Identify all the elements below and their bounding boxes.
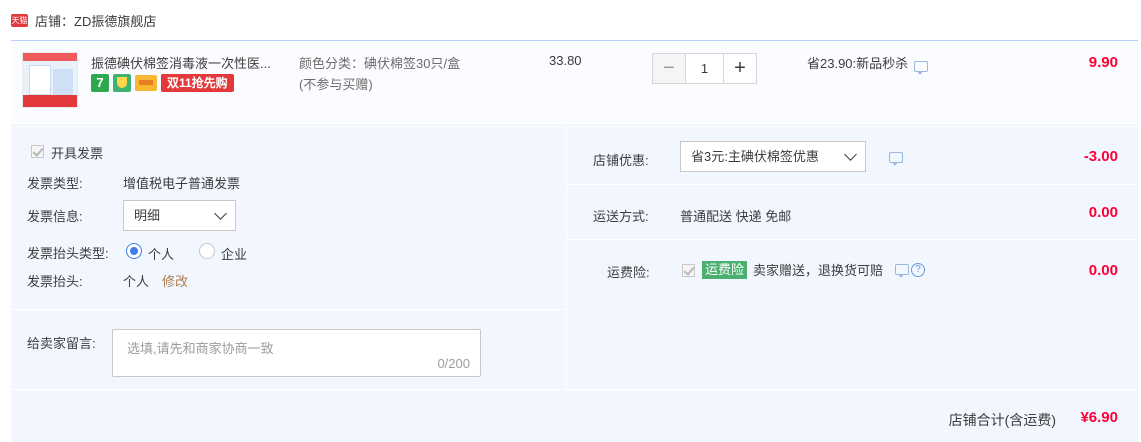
invoice-header-value: 个人 [123, 274, 150, 289]
invoice-edit-link[interactable]: 修改 [162, 271, 188, 290]
order-item-row: 振德碘伏棉签消毒液一次性医... 7 双11抢先购 颜色分类：碘伏棉签30只/盒… [11, 40, 1138, 126]
guarantee-shield-icon [113, 74, 131, 92]
delivery-label: 运送方式: [593, 209, 649, 224]
radio-company-label: 企业 [221, 247, 248, 262]
freight-insurance-text: 卖家赠送，退换货可赔 [753, 263, 884, 278]
radio-personal-label: 个人 [148, 247, 175, 262]
invoice-section: 开具发票 发票类型: 增值税电子普通发票 发票信息: 明细 发票抬头类型: 个人… [11, 127, 566, 389]
invoice-info-select[interactable]: 明细 [123, 200, 236, 231]
shop-name[interactable]: 店铺：ZD振德旗舰店 [35, 11, 156, 30]
order-options-panel: 开具发票 发票类型: 增值税电子普通发票 发票信息: 明细 发票抬头类型: 个人… [11, 127, 1138, 389]
quantity-increase-button[interactable]: + [723, 53, 757, 84]
invoice-info-label: 发票信息: [27, 209, 83, 224]
shop-discount-label: 店铺优惠: [593, 153, 649, 168]
freight-insurance-info: 运费险 卖家赠送，退换货可赔 ? [702, 260, 926, 279]
tmall-logo-icon: 天猫 [11, 13, 28, 27]
credit-card-icon [135, 75, 157, 91]
quantity-stepper: − 1 + [652, 53, 757, 84]
shop-total-label: 店铺合计(含运费) [948, 412, 1056, 428]
seller-message-input[interactable]: 选填,请先和商家协商一致 0/200 [112, 329, 481, 377]
shop-discount-select[interactable]: 省3元:主碘伏棉签优惠 [680, 141, 866, 172]
freight-insurance-tag: 运费险 [702, 260, 748, 279]
quantity-decrease-button[interactable]: − [652, 53, 686, 84]
product-badges: 7 双11抢先购 [91, 74, 234, 92]
spec-note: (不参与买赠) [299, 77, 373, 92]
shop-total-bar: 店铺合计(含运费) ¥6.90 [11, 390, 1138, 442]
chevron-down-icon [844, 148, 857, 161]
freight-insurance-checkbox[interactable] [682, 264, 695, 277]
spec-color: 颜色分类：碘伏棉签30只/盒 [299, 56, 461, 71]
message-char-counter: 0/200 [437, 356, 470, 371]
item-subtotal: 9.90 [1088, 54, 1118, 71]
invoice-checkbox[interactable] [31, 145, 44, 158]
delivery-value: 普通配送 快递 免邮 [680, 209, 792, 224]
shop-total-amount: ¥6.90 [1080, 409, 1118, 426]
invoice-type-value: 增值税电子普通发票 [123, 176, 241, 191]
radio-personal[interactable] [126, 243, 142, 259]
shop-header: 天猫 店铺：ZD振德旗舰店 [11, 8, 156, 32]
promo-text: 省23.90:新品秒杀 [807, 56, 909, 71]
quantity-input[interactable]: 1 [686, 53, 723, 84]
shop-discount-amount: -3.00 [1083, 148, 1118, 165]
chat-bubble-icon[interactable] [895, 264, 910, 278]
double11-badge: 双11抢先购 [161, 74, 234, 92]
invoice-checkbox-label: 开具发票 [51, 146, 104, 161]
item-promotion: 省23.90:新品秒杀 [807, 53, 929, 75]
invoice-info-selected: 明细 [134, 208, 161, 223]
seven-day-return-icon: 7 [91, 74, 109, 92]
message-placeholder: 选填,请先和商家协商一致 [127, 341, 274, 356]
freight-insurance-label: 运费险: [607, 265, 650, 280]
pricing-section: 店铺优惠: 省3元:主碘伏棉签优惠 -3.00 运送方式: 普通配送 快递 免邮… [567, 127, 1138, 389]
help-question-icon[interactable]: ? [911, 262, 926, 277]
divider [11, 309, 566, 310]
product-title[interactable]: 振德碘伏棉签消毒液一次性医... [91, 53, 291, 72]
radio-company[interactable] [199, 243, 215, 259]
chevron-down-icon [214, 207, 227, 220]
unit-price: 33.80 [549, 53, 582, 68]
invoice-header-type-label: 发票抬头类型: [27, 246, 109, 261]
message-label: 给卖家留言: [27, 336, 96, 351]
divider [567, 184, 1138, 185]
chat-bubble-icon[interactable] [889, 152, 903, 166]
delivery-amount: 0.00 [1088, 204, 1118, 221]
chat-bubble-icon[interactable] [914, 61, 929, 75]
product-thumbnail[interactable] [22, 52, 78, 108]
invoice-header-label: 发票抬头: [27, 274, 83, 289]
shop-discount-selected: 省3元:主碘伏棉签优惠 [691, 149, 819, 164]
product-spec: 颜色分类：碘伏棉签30只/盒 (不参与买赠) [299, 53, 460, 95]
invoice-type-label: 发票类型: [27, 176, 83, 191]
divider [567, 239, 1138, 240]
freight-insurance-amount: 0.00 [1088, 262, 1118, 279]
